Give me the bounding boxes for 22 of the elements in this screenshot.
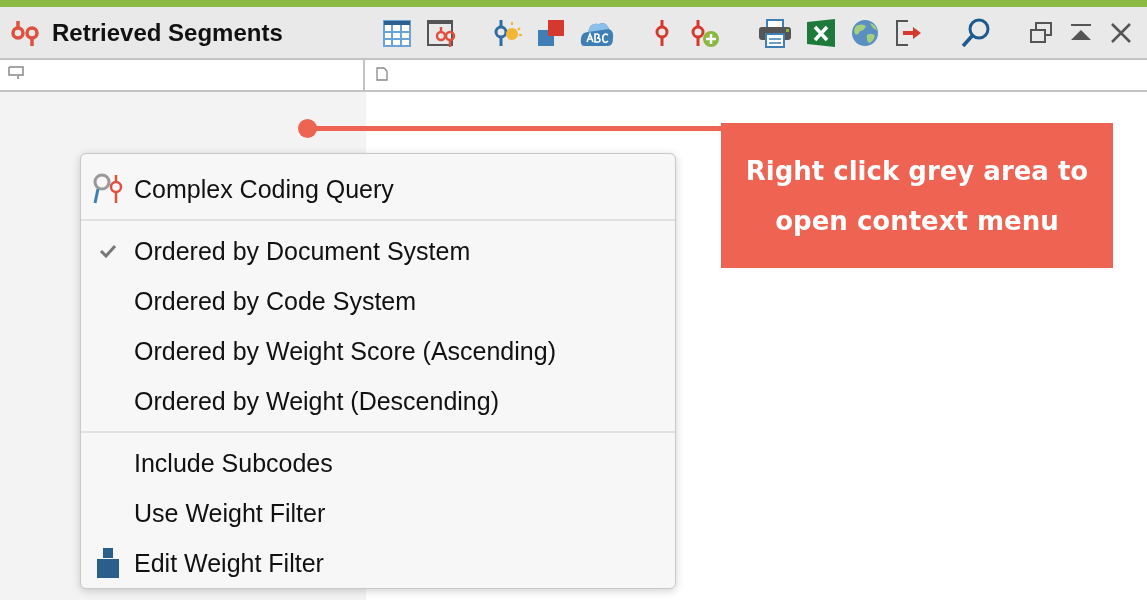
spreadsheet-icon[interactable] xyxy=(806,17,836,48)
menu-item[interactable]: Complex Coding Query xyxy=(81,164,675,214)
window-title: Retrieved Segments xyxy=(52,18,284,47)
menu-item[interactable]: Ordered by Code System xyxy=(81,276,675,326)
search-icon[interactable] xyxy=(960,16,992,49)
print-icon[interactable] xyxy=(758,17,792,48)
document-icon[interactable] xyxy=(376,67,388,81)
table-icon[interactable] xyxy=(382,17,412,48)
menu-item[interactable]: Ordered by Document System xyxy=(81,226,675,276)
table-code-icon[interactable] xyxy=(426,17,456,48)
callout: Right click grey area to open context menu xyxy=(721,123,1113,268)
globe-icon[interactable] xyxy=(850,17,880,48)
menu-item[interactable]: Ordered by Weight (Descending) xyxy=(81,376,675,426)
menu-item[interactable]: Edit Weight Filter xyxy=(81,538,675,588)
squares-icon[interactable] xyxy=(536,17,566,48)
restore-icon[interactable] xyxy=(1028,19,1054,46)
menu-item[interactable]: Use Weight Filter xyxy=(81,488,675,538)
menu-item[interactable]: Include Subcodes xyxy=(81,438,675,488)
weight-icon xyxy=(95,547,120,579)
code-bulb-icon[interactable] xyxy=(492,17,522,48)
code-filter-icon[interactable] xyxy=(8,66,24,80)
menu-item[interactable]: Ordered by Weight Score (Ascending) xyxy=(81,326,675,376)
